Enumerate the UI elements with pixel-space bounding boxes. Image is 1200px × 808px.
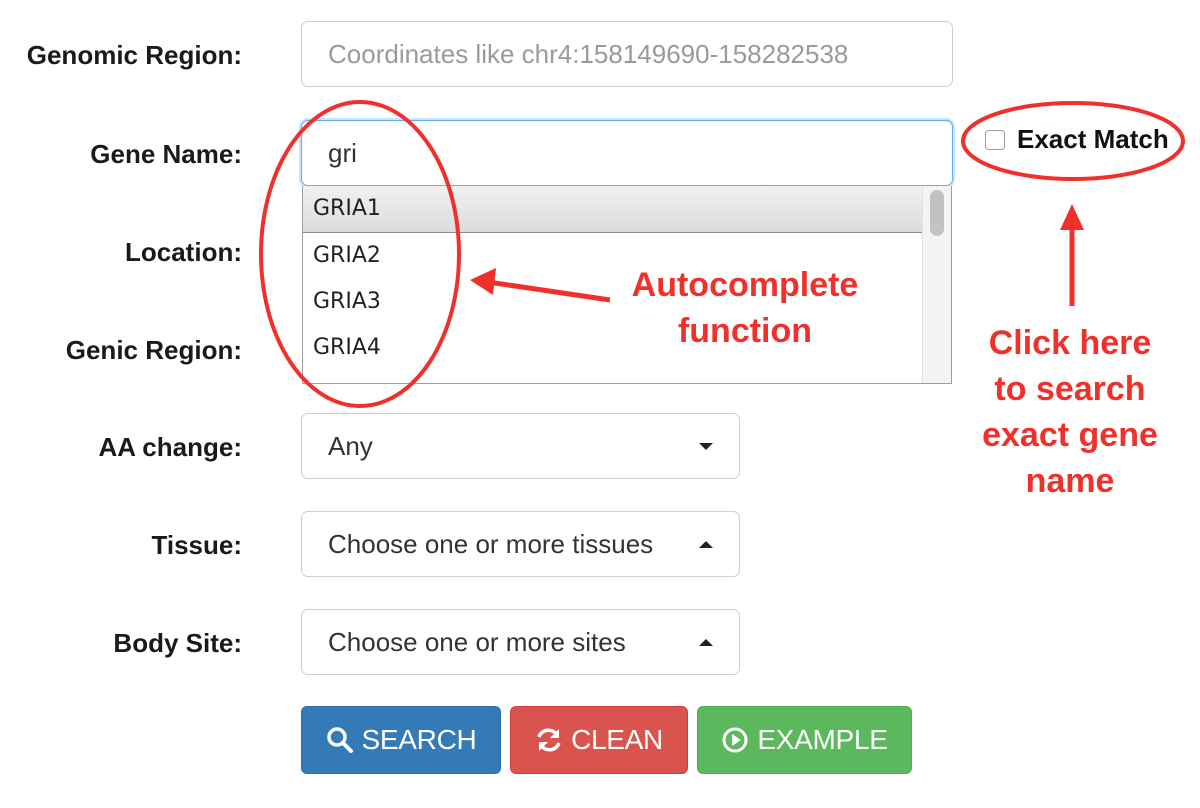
genomic-region-input[interactable]: Coordinates like chr4:158149690-15828253…: [301, 21, 953, 87]
exact-match-label: Exact Match: [1017, 124, 1169, 154]
scrollbar-thumb[interactable]: [930, 190, 944, 236]
clean-button-label: CLEAN: [571, 724, 663, 755]
example-button[interactable]: EXAMPLE: [697, 706, 912, 774]
genic-region-label: Genic Region:: [65, 335, 242, 365]
gene-name-label: Gene Name:: [90, 139, 242, 169]
tissue-select[interactable]: Choose one or more tissues: [301, 511, 740, 577]
exact-annotation-line: to search: [994, 370, 1146, 408]
chevron-down-icon: [699, 442, 713, 450]
chevron-up-icon: [699, 540, 713, 548]
example-button-label: EXAMPLE: [757, 724, 888, 755]
autocomplete-item[interactable]: GRIA1: [303, 186, 951, 233]
aa-change-select[interactable]: Any: [301, 413, 740, 479]
exact-annotation-line: name: [1025, 462, 1115, 500]
chevron-up-icon: [699, 638, 713, 646]
autocomplete-annotation-line: function: [677, 312, 813, 350]
gene-name-input[interactable]: gri: [301, 120, 953, 186]
refresh-icon: [537, 728, 561, 752]
tissue-value: Choose one or more tissues: [328, 528, 654, 559]
exact-arrowhead: [1060, 204, 1084, 230]
body-site-select[interactable]: Choose one or more sites: [301, 609, 740, 675]
genomic-region-placeholder: Coordinates like chr4:158149690-15828253…: [328, 38, 849, 69]
exact-match-checkbox[interactable]: [985, 129, 1005, 150]
body-site-value: Choose one or more sites: [328, 626, 626, 657]
aa-change-label: AA change:: [98, 432, 243, 462]
search-button[interactable]: SEARCH: [301, 706, 501, 774]
body-site-label: Body Site:: [113, 628, 242, 658]
aa-change-value: Any: [328, 430, 373, 461]
exact-annotation-line: exact gene: [982, 416, 1158, 454]
autocomplete-annotation: Autocomplete function: [600, 262, 890, 354]
play-circle-icon: [722, 727, 748, 753]
search-button-label: SEARCH: [361, 724, 477, 755]
autocomplete-annotation-line: Autocomplete: [631, 266, 859, 304]
location-label: Location:: [125, 237, 242, 267]
gene-name-value: gri: [328, 137, 357, 168]
genomic-region-label: Genomic Region:: [26, 40, 242, 70]
search-icon: [326, 727, 353, 753]
clean-button[interactable]: CLEAN: [510, 706, 688, 774]
tissue-label: Tissue:: [151, 530, 242, 560]
autocomplete-scrollbar[interactable]: [922, 186, 951, 383]
exact-annotation: Click here to search exact gene name: [950, 320, 1190, 504]
exact-match-toggle[interactable]: Exact Match: [985, 124, 1169, 155]
exact-annotation-line: Click here: [988, 324, 1152, 362]
